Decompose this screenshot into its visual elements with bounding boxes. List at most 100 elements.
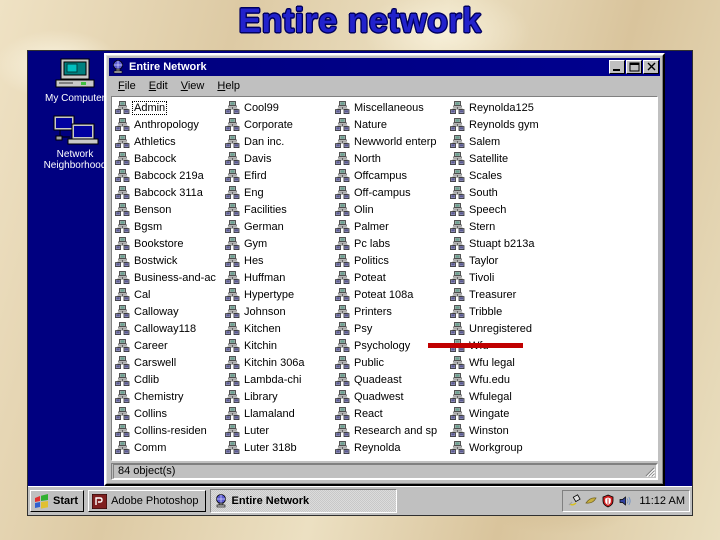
taskbar-item-entire-network[interactable]: Entire Network [209, 489, 397, 513]
network-list-item[interactable]: Llamaland [224, 405, 334, 422]
network-list-item[interactable]: Hes [224, 252, 334, 269]
menu-file[interactable]: File [112, 79, 143, 93]
network-list-item[interactable]: Offcampus [334, 167, 449, 184]
network-list-item[interactable]: Winston [449, 422, 564, 439]
speaker-mute-icon[interactable] [584, 494, 598, 508]
network-list-item[interactable]: Tivoli [449, 269, 564, 286]
network-list-item[interactable]: Workgroup [449, 439, 564, 456]
network-list-item[interactable]: Davis [224, 150, 334, 167]
network-list-item[interactable]: Facilities [224, 201, 334, 218]
menu-help[interactable]: Help [211, 79, 247, 93]
network-list-item[interactable]: Off-campus [334, 184, 449, 201]
volume-icon[interactable] [618, 494, 632, 508]
network-list-item[interactable]: Efird [224, 167, 334, 184]
network-list-item[interactable]: Reynolda [334, 439, 449, 456]
network-list-item[interactable]: Babcock 219a [114, 167, 224, 184]
network-list-item[interactable]: Kitchen [224, 320, 334, 337]
network-list-item[interactable]: Quadwest [334, 388, 449, 405]
network-list-item[interactable]: Olin [334, 201, 449, 218]
network-list-item[interactable]: South [449, 184, 564, 201]
network-list-item[interactable]: North [334, 150, 449, 167]
network-list-item[interactable]: Kitchin [224, 337, 334, 354]
menu-edit[interactable]: Edit [143, 79, 175, 93]
network-list-item[interactable]: Pc labs [334, 235, 449, 252]
network-list-item[interactable]: Nature [334, 116, 449, 133]
minimize-button[interactable] [609, 60, 625, 74]
network-list-item[interactable]: Admin [114, 99, 224, 116]
network-list-item[interactable]: Politics [334, 252, 449, 269]
network-list-item[interactable]: Babcock 311a [114, 184, 224, 201]
network-list-item[interactable]: Salem [449, 133, 564, 150]
network-list-item[interactable]: Cdlib [114, 371, 224, 388]
network-list-item[interactable]: Carswell [114, 354, 224, 371]
network-list-item[interactable]: Research and sp [334, 422, 449, 439]
network-list-item[interactable]: Benson [114, 201, 224, 218]
network-list-item[interactable]: Luter [224, 422, 334, 439]
network-list-item[interactable]: Quadeast [334, 371, 449, 388]
network-list-item[interactable]: Library [224, 388, 334, 405]
network-list-item[interactable]: Corporate [224, 116, 334, 133]
antivirus-shield-icon[interactable] [601, 494, 615, 508]
network-list-item[interactable]: Stern [449, 218, 564, 235]
network-list-item[interactable]: Athletics [114, 133, 224, 150]
window-titlebar[interactable]: Entire Network [109, 58, 660, 76]
network-list-item[interactable]: Satellite [449, 150, 564, 167]
start-button[interactable]: Start [30, 490, 85, 512]
network-list-item[interactable]: Wfu legal [449, 354, 564, 371]
network-list-item[interactable]: Taylor [449, 252, 564, 269]
network-list-item[interactable]: Tribble [449, 303, 564, 320]
network-list-item[interactable]: Lambda-chi [224, 371, 334, 388]
network-list-item[interactable]: Comm [114, 439, 224, 456]
plug-icon[interactable] [567, 494, 581, 508]
menu-view[interactable]: View [175, 79, 212, 93]
network-list-item[interactable]: Bgsm [114, 218, 224, 235]
network-list-item[interactable]: Wfulegal [449, 388, 564, 405]
network-list-item[interactable]: Hypertype [224, 286, 334, 303]
network-list-item[interactable]: Palmer [334, 218, 449, 235]
network-list-item[interactable]: Collins [114, 405, 224, 422]
network-list-item[interactable]: Eng [224, 184, 334, 201]
taskbar-item-adobe-photoshop[interactable]: Adobe Photoshop [88, 490, 206, 512]
network-list-item[interactable]: Bostwick [114, 252, 224, 269]
network-list-item[interactable]: Huffman [224, 269, 334, 286]
network-list-item[interactable]: Poteat [334, 269, 449, 286]
network-list-item[interactable]: Scales [449, 167, 564, 184]
network-list-item-label: Dan inc. [244, 135, 285, 148]
network-list-item[interactable]: Wingate [449, 405, 564, 422]
maximize-button[interactable] [626, 60, 642, 74]
network-list-item[interactable]: Stuapt b213a [449, 235, 564, 252]
resize-grip-icon[interactable] [643, 465, 655, 477]
network-list-item[interactable]: Luter 318b [224, 439, 334, 456]
network-list-item[interactable]: Wfu.edu [449, 371, 564, 388]
network-list-item[interactable]: Career [114, 337, 224, 354]
network-list-item[interactable]: React [334, 405, 449, 422]
network-list-item[interactable]: Calloway118 [114, 320, 224, 337]
network-list-item[interactable]: Anthropology [114, 116, 224, 133]
network-list-item[interactable]: Reynolds gym [449, 116, 564, 133]
network-list-item[interactable]: Treasurer [449, 286, 564, 303]
network-list-item[interactable]: Cool99 [224, 99, 334, 116]
network-list-item[interactable]: Chemistry [114, 388, 224, 405]
network-list-item[interactable]: Johnson [224, 303, 334, 320]
network-list-item[interactable]: Speech [449, 201, 564, 218]
network-list-item[interactable]: Business-and-ac [114, 269, 224, 286]
network-list-item[interactable]: Cal [114, 286, 224, 303]
network-list-item[interactable]: Reynolda125 [449, 99, 564, 116]
network-list-item[interactable]: Newworld enterp [334, 133, 449, 150]
network-list-item[interactable]: Dan inc. [224, 133, 334, 150]
network-list-item[interactable]: German [224, 218, 334, 235]
network-list-item[interactable]: Babcock [114, 150, 224, 167]
network-list-item[interactable]: Kitchin 306a [224, 354, 334, 371]
network-list-item[interactable]: Unregistered [449, 320, 564, 337]
network-list-item[interactable]: Collins-residen [114, 422, 224, 439]
network-list-item[interactable]: Calloway [114, 303, 224, 320]
close-button[interactable] [643, 60, 659, 74]
network-list-item[interactable]: Poteat 108a [334, 286, 449, 303]
network-list-item[interactable]: Gym [224, 235, 334, 252]
network-list-item[interactable]: Psy [334, 320, 449, 337]
network-list-item[interactable]: Public [334, 354, 449, 371]
network-list-item[interactable]: Printers [334, 303, 449, 320]
network-list-view[interactable]: Admin Anthropology Athletics Babcock Babcock… [111, 96, 658, 461]
network-list-item[interactable]: Bookstore [114, 235, 224, 252]
network-list-item[interactable]: Miscellaneous [334, 99, 449, 116]
